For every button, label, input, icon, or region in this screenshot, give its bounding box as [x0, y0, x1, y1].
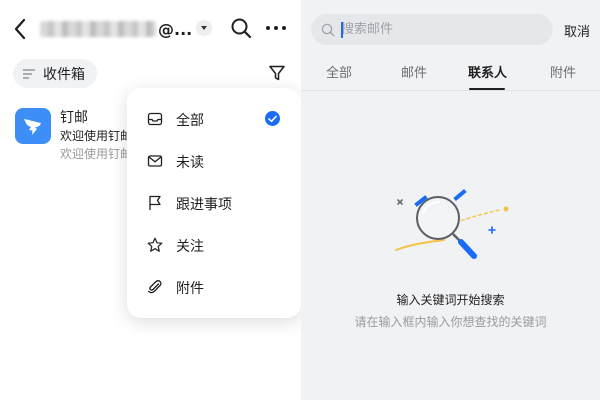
mailbox-panel: @... 收件箱 钉邮 欢迎使用钉邮 欢迎使用钉邮 全部 未读 跟进事项 关注 … [0, 0, 301, 400]
envelope-icon [147, 155, 163, 167]
search-icon [231, 18, 252, 39]
filter-menu: 全部 未读 跟进事项 关注 附件 [127, 88, 301, 318]
mail-sender: 钉邮 [60, 110, 88, 126]
divider [301, 90, 600, 91]
empty-state-subtitle: 请在输入框内输入你想查找的关键词 [354, 315, 547, 329]
chevron-left-icon [14, 18, 26, 40]
sort-lines-icon [23, 68, 35, 79]
flag-icon [149, 195, 161, 210]
filter-button[interactable] [268, 64, 286, 82]
filter-menu-item-follow-up[interactable]: 跟进事项 [127, 185, 301, 221]
folder-selector[interactable]: 收件箱 [13, 59, 97, 88]
filter-menu-item-all[interactable]: 全部 [127, 101, 301, 137]
text-cursor [341, 22, 343, 38]
mail-preview: 欢迎使用钉邮 [60, 147, 133, 161]
search-tabs: 全部 邮件 联系人 附件 [301, 58, 600, 90]
more-dots-icon [266, 26, 286, 30]
caret-down-icon [201, 26, 207, 30]
filter-menu-label: 全部 [176, 113, 204, 129]
dingtalk-logo-icon [24, 119, 41, 135]
account-email-suffix: @... [158, 19, 193, 39]
filter-menu-item-starred[interactable]: 关注 [127, 227, 301, 263]
account-dropdown-button[interactable] [196, 20, 212, 36]
filter-menu-label: 未读 [176, 155, 204, 171]
inbox-icon [147, 112, 163, 126]
folder-label: 收件箱 [43, 66, 85, 83]
tab-contacts[interactable]: 联系人 [468, 62, 507, 81]
redacted-email [40, 21, 156, 37]
filter-menu-label: 跟进事项 [176, 197, 232, 213]
account-switcher[interactable]: @... [40, 18, 192, 40]
star-icon [147, 237, 163, 252]
filter-menu-item-unread[interactable]: 未读 [127, 143, 301, 179]
filter-menu-item-attachments[interactable]: 附件 [127, 269, 301, 305]
back-button[interactable] [10, 16, 32, 42]
filter-menu-label: 附件 [176, 281, 204, 297]
search-button[interactable] [230, 17, 252, 39]
search-bar[interactable] [311, 14, 553, 45]
search-input[interactable] [341, 19, 541, 40]
empty-state-title: 输入关键词开始搜索 [396, 293, 505, 307]
more-button[interactable] [265, 20, 287, 36]
tab-attachments[interactable]: 附件 [550, 62, 576, 81]
dingtalk-app-icon [15, 108, 51, 144]
paperclip-icon [148, 280, 162, 294]
tab-all[interactable]: 全部 [326, 62, 352, 81]
search-panel: 取消 全部 邮件 联系人 附件 输入关键词开始搜索 请在输入框内输入你想查找的关… [301, 0, 600, 400]
check-icon [265, 111, 280, 126]
search-icon [321, 23, 335, 37]
magnifier-illustration-icon [395, 188, 509, 259]
filter-funnel-icon [269, 65, 285, 81]
mail-subject: 欢迎使用钉邮 [60, 129, 133, 143]
tab-mail[interactable]: 邮件 [401, 62, 427, 81]
cancel-button[interactable]: 取消 [564, 21, 590, 40]
filter-menu-label: 关注 [176, 239, 204, 255]
